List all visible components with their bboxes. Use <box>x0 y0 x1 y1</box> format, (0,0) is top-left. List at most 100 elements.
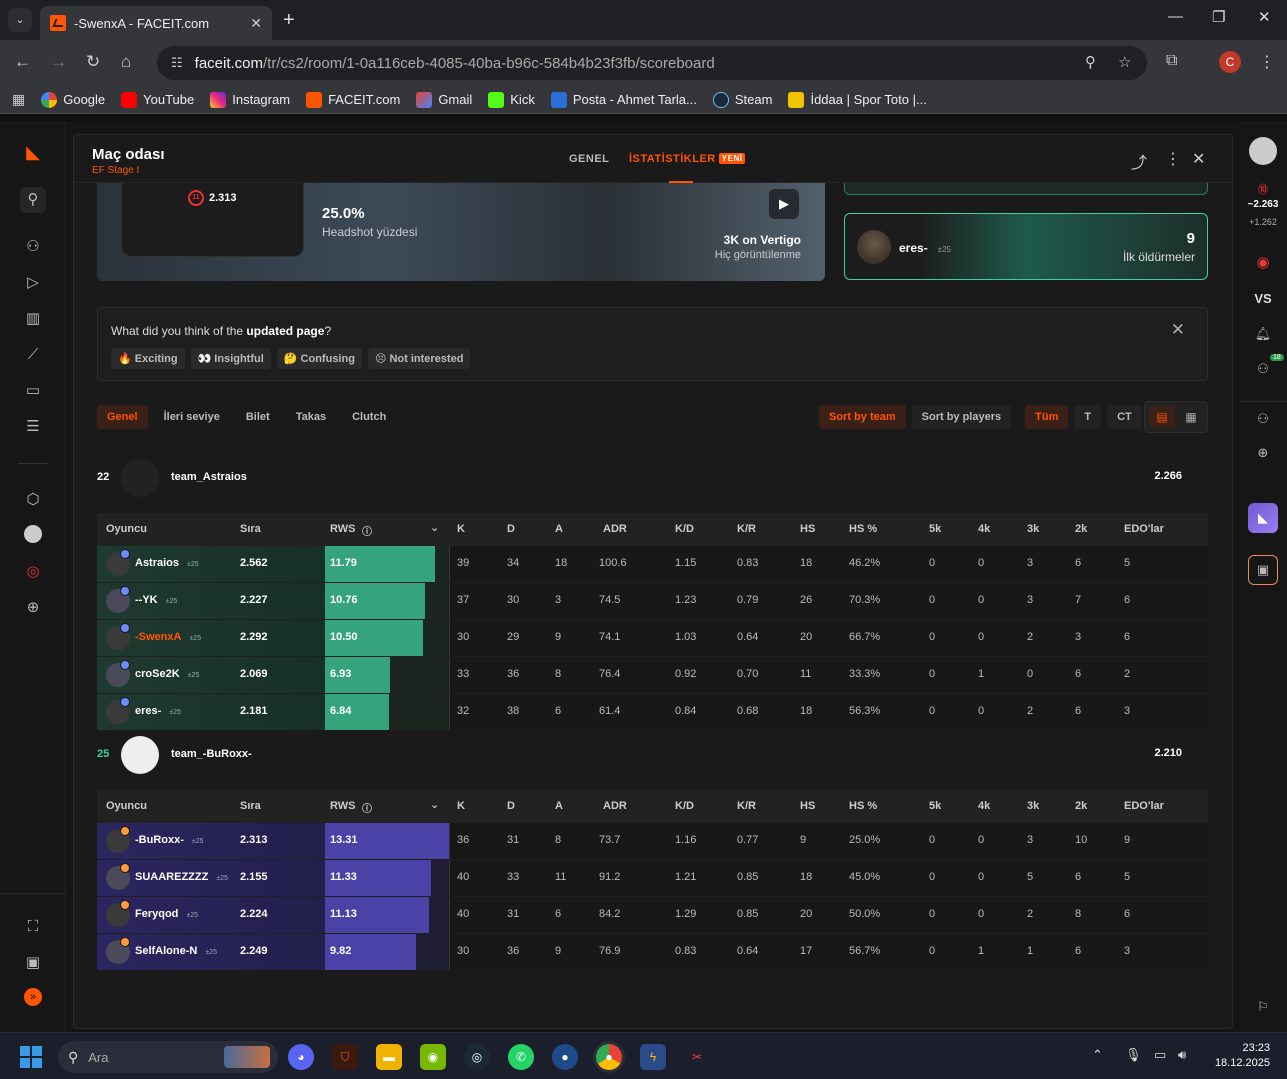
column-header[interactable]: Oyuncu <box>106 800 147 812</box>
subtab-clutch[interactable]: Clutch <box>342 405 396 429</box>
info-icon[interactable]: ⓘ <box>362 800 372 815</box>
side-all-button[interactable]: Tüm <box>1025 405 1069 429</box>
whatsapp-icon[interactable]: ✆ <box>508 1044 534 1070</box>
tab-genel[interactable]: GENEL <box>569 153 609 165</box>
volume-icon[interactable]: 🔊︎ <box>1178 1047 1186 1063</box>
faceit-logo-icon[interactable]: ◣ <box>22 141 44 163</box>
column-header[interactable]: Sıra <box>240 523 261 535</box>
table-row[interactable]: Feryqod ±25 2.224 11.13 40 31 6 84.2 1.29 0.85 20 5… <box>97 896 1208 933</box>
table-row[interactable]: SelfAlone-N ±25 2.249 9.82 30 36 9 76.9 0.83 0.64… <box>97 933 1208 970</box>
club-badge-icon[interactable]: ◎ <box>22 561 44 583</box>
avatar[interactable] <box>106 660 130 687</box>
briefcase-icon[interactable]: ▣ <box>22 952 44 974</box>
column-header[interactable]: HS <box>800 523 815 535</box>
sort-chevron-down-icon[interactable]: ⌄ <box>430 521 439 534</box>
bookmark-faceit[interactable]: FACEIT.com <box>306 91 400 108</box>
sort-chevron-down-icon[interactable]: ⌄ <box>430 798 439 811</box>
table-row[interactable]: -SwenxA ±25 2.292 10.50 30 29 9 74.1 1.03 0.64 20 6… <box>97 619 1208 656</box>
feedback-insightful-button[interactable]: 👀 Insightful <box>190 348 271 369</box>
back-icon[interactable]: ← <box>14 52 31 72</box>
stats-icon[interactable]: ⟋ <box>22 344 44 366</box>
feedback-icon[interactable]: ⚐ <box>1250 999 1276 1015</box>
player-name[interactable]: -BuRoxx- ±25 <box>135 834 204 846</box>
column-header[interactable]: 3k <box>1027 800 1039 812</box>
tab-search-dropdown-icon[interactable]: ⌄ <box>8 8 32 32</box>
friends-icon[interactable]: ⚇ <box>1250 361 1276 377</box>
fullscreen-icon[interactable]: ⛶ <box>22 916 44 938</box>
column-header[interactable]: EDO'lar <box>1124 800 1164 812</box>
network-icon[interactable]: ▭ <box>1154 1047 1166 1063</box>
window-close-icon[interactable]: ✕ <box>1258 8 1271 26</box>
site-info-icon[interactable]: ☷ <box>171 55 183 71</box>
column-header[interactable]: Sıra <box>240 800 261 812</box>
sort-by-team-button[interactable]: Sort by team <box>819 405 906 429</box>
column-header[interactable]: K <box>457 800 465 812</box>
club-avatar-icon[interactable] <box>24 525 42 543</box>
faceit-ac-icon[interactable]: ⛉ <box>332 1044 358 1070</box>
column-header[interactable]: K/D <box>675 523 694 535</box>
maximize-icon[interactable]: ❐ <box>1212 8 1225 26</box>
vs-label[interactable]: VS <box>1250 291 1276 306</box>
close-panel-icon[interactable]: ✕ <box>1192 149 1205 169</box>
column-header[interactable]: EDO'lar <box>1124 523 1164 535</box>
bookmark-instagram[interactable]: Instagram <box>210 91 290 108</box>
avatar[interactable] <box>106 623 130 650</box>
column-header[interactable]: 4k <box>978 523 990 535</box>
player-name[interactable]: Astraios ±25 <box>135 557 199 569</box>
highlight-card[interactable]: 11 2.313 25.0% Headshot yüzdesi ▶ 3K on V… <box>97 183 825 281</box>
grid-view-icon[interactable]: ▦ <box>1178 406 1204 428</box>
discord-icon[interactable]: ◕ <box>288 1044 314 1070</box>
more-options-icon[interactable]: ⋮ <box>1165 149 1181 169</box>
extensions-icon[interactable]: ⧉ <box>1166 52 1177 70</box>
media-app-icon[interactable]: ϟ <box>640 1044 666 1070</box>
search-icon[interactable]: ⚲ <box>20 187 46 213</box>
bookmark-star-icon[interactable]: ☆ <box>1118 53 1131 71</box>
column-header[interactable]: K/R <box>737 523 756 535</box>
new-tab-icon[interactable]: + <box>283 9 295 32</box>
avatar[interactable] <box>106 697 130 724</box>
player-name[interactable]: Feryqod ±25 <box>135 908 198 920</box>
avatar[interactable] <box>106 549 130 576</box>
bookmark-iddaa[interactable]: İddaa | Spor Toto |... <box>788 91 927 108</box>
column-header[interactable]: A <box>555 800 563 812</box>
column-header[interactable]: 2k <box>1075 523 1087 535</box>
column-header[interactable]: ADR <box>603 523 627 535</box>
bookmark-gmail[interactable]: Gmail <box>416 91 472 108</box>
avatar[interactable] <box>106 826 130 853</box>
forward-icon[interactable]: → <box>50 52 67 72</box>
subtab-bilet[interactable]: Bilet <box>236 405 280 429</box>
subtab-ileri-seviye[interactable]: İleri seviye <box>154 405 230 429</box>
column-header[interactable]: Oyuncu <box>106 523 147 535</box>
column-header[interactable]: K/D <box>675 800 694 812</box>
side-ct-button[interactable]: CT <box>1107 405 1142 429</box>
club-icon[interactable]: ⬡ <box>22 489 44 511</box>
column-header[interactable]: D <box>507 800 515 812</box>
zoom-icon[interactable]: ⚲ <box>1085 53 1096 71</box>
browser-tab-active[interactable]: -SwenxA - FACEIT.com ✕ <box>40 6 272 40</box>
tab-close-icon[interactable]: ✕ <box>250 15 262 32</box>
column-header[interactable]: 5k <box>929 800 941 812</box>
sort-by-players-button[interactable]: Sort by players <box>911 405 1012 429</box>
first-kills-card[interactable]: eres- ±25 9 İlk öldürmeler <box>844 213 1208 280</box>
player-name[interactable]: eres- ±25 <box>135 705 181 717</box>
chrome-icon[interactable]: ● <box>596 1044 622 1070</box>
avatar[interactable] <box>106 900 130 927</box>
column-header[interactable]: K/R <box>737 800 756 812</box>
player-name[interactable]: SUAAREZZZZ ±25 <box>135 871 228 883</box>
player-name[interactable]: --YK ±25 <box>135 594 177 606</box>
feedback-not-interested-button[interactable]: 😣 Not interested <box>367 348 471 369</box>
player-name[interactable]: croSe2K ±25 <box>135 668 199 680</box>
player-name[interactable]: -SwenxA ±25 <box>135 631 201 643</box>
extension-app-icon[interactable]: ◣ <box>1248 503 1278 533</box>
share-icon[interactable]: ⤴ <box>1131 149 1147 173</box>
table-row[interactable]: -BuRoxx- ±25 2.313 13.31 36 31 8 73.7 1.16 0.77 9 2… <box>97 822 1208 859</box>
add-friend-icon[interactable]: ⊕ <box>1250 445 1276 461</box>
file-explorer-icon[interactable]: ▬ <box>376 1044 402 1070</box>
player-name[interactable]: SelfAlone-N ±25 <box>135 945 217 957</box>
find-players-icon[interactable]: ⚇ <box>22 236 44 258</box>
snipping-tool-icon[interactable]: ✂ <box>684 1044 710 1070</box>
column-header[interactable]: 3k <box>1027 523 1039 535</box>
column-header[interactable]: D <box>507 523 515 535</box>
browser-menu-icon[interactable]: ⋮ <box>1259 52 1275 72</box>
tray-overflow-icon[interactable]: ⌃ <box>1092 1047 1103 1063</box>
